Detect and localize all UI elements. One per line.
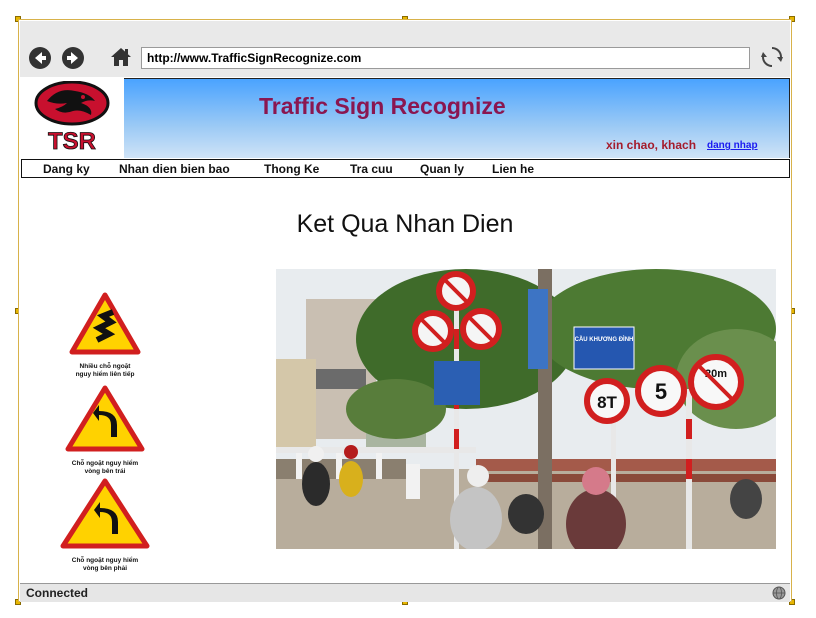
menu-item-dang-ky[interactable]: Dang ky bbox=[43, 162, 90, 176]
svg-text:TSR: TSR bbox=[48, 128, 96, 155]
sign-caption-line1: Chỗ ngoặt nguy hiểm bbox=[71, 557, 139, 564]
sign-card: Chỗ ngoặt nguy hiểm vòng bên trái bbox=[57, 385, 153, 476]
home-icon bbox=[111, 48, 131, 66]
page-title: Ket Qua Nhan Dien bbox=[296, 210, 514, 238]
street-scene-image: CẦU KHƯƠNG ĐÌNH 8T 5 20m bbox=[276, 269, 776, 549]
globe-icon bbox=[772, 586, 786, 600]
site-logo[interactable]: TSR bbox=[33, 80, 111, 155]
browser-toolbar: http://www.TrafficSignRecognize.com bbox=[20, 21, 790, 77]
site-title: Traffic Sign Recognize bbox=[259, 93, 506, 119]
sign-caption-line2: nguy hiểm liên tiếp bbox=[75, 371, 135, 378]
browser-window: http://www.TrafficSignRecognize.com TSR … bbox=[18, 19, 792, 602]
back-button[interactable] bbox=[29, 47, 51, 69]
sign-caption-line2: vòng bên phải bbox=[82, 565, 128, 572]
refresh-icon bbox=[761, 47, 783, 67]
status-bar: Connected bbox=[20, 583, 790, 602]
site-header: TSR Traffic Sign Recognize xin chao, kha… bbox=[20, 78, 790, 158]
menu-item-thong-ke[interactable]: Thong Ke bbox=[264, 162, 319, 176]
home-button[interactable] bbox=[110, 46, 132, 68]
svg-text:5: 5 bbox=[655, 379, 667, 404]
right-curve-warning-icon bbox=[60, 478, 150, 549]
sign-caption-line1: Chỗ ngoặt nguy hiểm bbox=[71, 460, 139, 467]
sign-card: Chỗ ngoặt nguy hiểm vòng bên phải bbox=[57, 478, 153, 573]
menu-item-lien-he[interactable]: Lien he bbox=[492, 162, 534, 176]
menu-item-tra-cuu[interactable]: Tra cuu bbox=[350, 162, 393, 176]
header-banner: Traffic Sign Recognize xin chao, khach d… bbox=[124, 78, 790, 158]
multiple-curves-warning-icon bbox=[69, 292, 141, 355]
forward-button[interactable] bbox=[62, 47, 84, 69]
refresh-button[interactable] bbox=[761, 46, 783, 68]
arrow-right-icon bbox=[67, 52, 78, 64]
login-link[interactable]: dang nhap bbox=[707, 140, 758, 151]
main-menu: Dang ky Nhan dien bien bao Thong Ke Tra … bbox=[21, 159, 790, 178]
svg-text:8T: 8T bbox=[597, 393, 617, 412]
arrow-left-icon bbox=[35, 52, 46, 64]
sign-caption-line2: vòng bên trái bbox=[84, 468, 126, 475]
left-curve-warning-icon bbox=[65, 385, 145, 452]
sign-caption-line1: Nhiều chỗ ngoặt bbox=[79, 363, 131, 370]
address-bar[interactable]: http://www.TrafficSignRecognize.com bbox=[141, 47, 750, 69]
dragon-logo-icon: TSR bbox=[34, 80, 110, 155]
svg-text:CẦU KHƯƠNG ĐÌNH: CẦU KHƯƠNG ĐÌNH bbox=[575, 335, 634, 343]
result-photo: CẦU KHƯƠNG ĐÌNH 8T 5 20m bbox=[276, 269, 776, 549]
status-text: Connected bbox=[26, 586, 89, 600]
menu-item-nhan-dien[interactable]: Nhan dien bien bao bbox=[119, 162, 230, 176]
sign-card: Nhiều chỗ ngoặt nguy hiểm liên tiếp bbox=[57, 292, 153, 379]
menu-item-quan-ly[interactable]: Quan ly bbox=[420, 162, 464, 176]
greeting-text: xin chao, khach bbox=[606, 138, 697, 152]
